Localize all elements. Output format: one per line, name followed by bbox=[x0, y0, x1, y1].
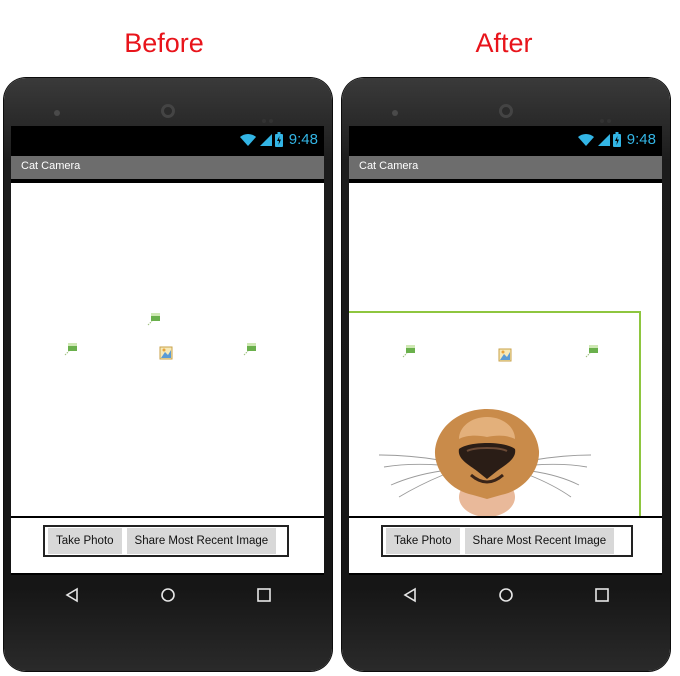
status-time: 9:48 bbox=[288, 131, 318, 148]
take-photo-button[interactable]: Take Photo bbox=[386, 528, 460, 554]
canvas-area[interactable] bbox=[349, 183, 662, 516]
status-bar: 9:48 bbox=[349, 126, 662, 156]
sensor bbox=[600, 110, 620, 123]
phone-before: 9:48 Cat Camera Take Photo Share Most Re… bbox=[4, 78, 332, 671]
sensor bbox=[262, 110, 282, 123]
cat-nose-image bbox=[379, 409, 592, 516]
speaker-dot bbox=[54, 110, 60, 116]
app-title: Cat Camera bbox=[21, 160, 81, 172]
button-area: Take Photo Share Most Recent Image bbox=[349, 518, 662, 573]
status-time: 9:48 bbox=[626, 131, 656, 148]
image-placeholder-icon bbox=[159, 346, 173, 360]
screen: 9:48 Cat Camera Take Photo Share Most Re… bbox=[11, 126, 324, 575]
image-placeholder-icon bbox=[585, 345, 598, 358]
recents-icon[interactable] bbox=[594, 587, 610, 603]
nav-bar bbox=[349, 575, 662, 625]
speaker-dot bbox=[392, 110, 398, 116]
wifi-icon bbox=[239, 133, 256, 146]
back-icon[interactable] bbox=[402, 587, 418, 603]
recents-icon[interactable] bbox=[256, 587, 272, 603]
battery-icon bbox=[612, 132, 621, 147]
front-camera bbox=[499, 104, 513, 118]
cell-signal-icon bbox=[259, 133, 272, 146]
screen: 9:48 Cat Camera Take Photo Share Most Re… bbox=[349, 126, 662, 575]
share-recent-image-button[interactable]: Share Most Recent Image bbox=[126, 528, 277, 554]
canvas-area[interactable] bbox=[11, 183, 324, 516]
battery-icon bbox=[274, 132, 283, 147]
image-placeholder-icon bbox=[64, 343, 77, 356]
wifi-icon bbox=[577, 133, 594, 146]
phone-after: 9:48 Cat Camera Take Photo Share Most Re… bbox=[342, 78, 670, 671]
home-icon[interactable] bbox=[498, 587, 514, 603]
home-icon[interactable] bbox=[160, 587, 176, 603]
before-label: Before bbox=[124, 28, 204, 58]
image-placeholder-icon bbox=[147, 313, 160, 326]
app-title: Cat Camera bbox=[359, 160, 419, 172]
after-label: After bbox=[475, 28, 533, 58]
share-recent-image-button[interactable]: Share Most Recent Image bbox=[464, 528, 615, 554]
image-placeholder-icon bbox=[243, 343, 256, 356]
front-camera bbox=[161, 104, 175, 118]
button-row: Take Photo Share Most Recent Image bbox=[43, 525, 289, 557]
app-bar: Cat Camera bbox=[11, 156, 324, 179]
take-photo-button[interactable]: Take Photo bbox=[48, 528, 122, 554]
button-row: Take Photo Share Most Recent Image bbox=[381, 525, 633, 557]
image-placeholder-icon bbox=[498, 348, 512, 362]
back-icon[interactable] bbox=[64, 587, 80, 603]
button-area: Take Photo Share Most Recent Image bbox=[11, 518, 324, 573]
status-bar: 9:48 bbox=[11, 126, 324, 156]
nav-bar bbox=[11, 575, 324, 625]
image-placeholder-icon bbox=[402, 345, 415, 358]
cell-signal-icon bbox=[597, 133, 610, 146]
app-bar: Cat Camera bbox=[349, 156, 662, 179]
